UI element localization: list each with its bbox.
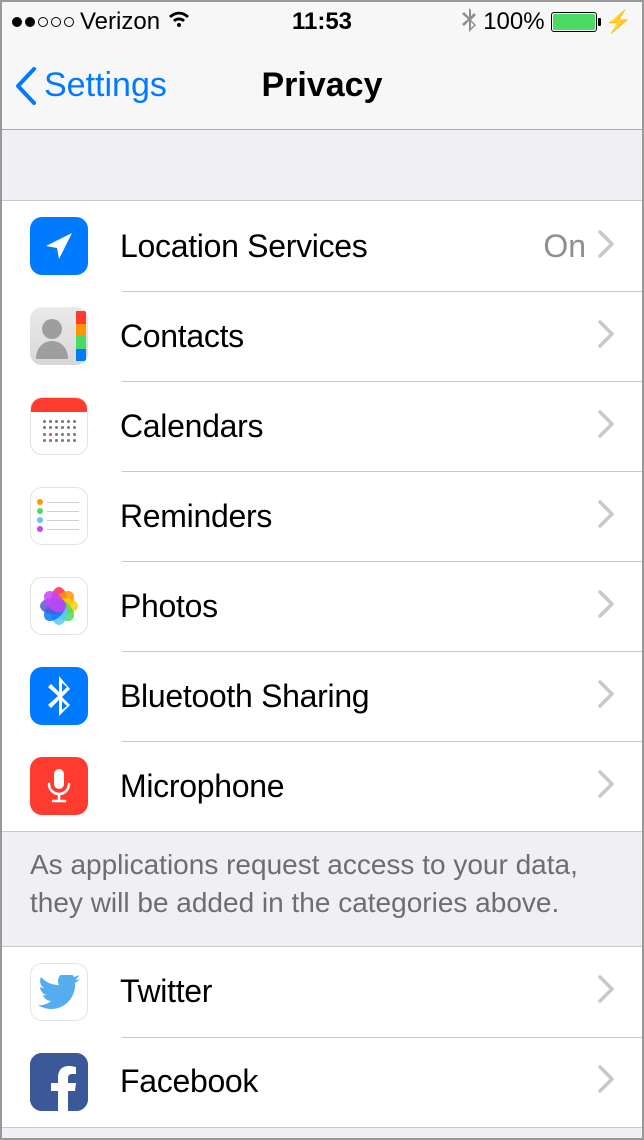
bluetooth-status-icon	[461, 6, 477, 39]
row-calendars[interactable]: Calendars	[2, 381, 642, 471]
status-right: 100% ⚡	[461, 6, 632, 39]
row-label: Facebook	[120, 1063, 598, 1100]
row-facebook[interactable]: Facebook	[2, 1037, 642, 1127]
privacy-list: Location Services On Contacts Calendars	[2, 200, 642, 832]
social-list: Twitter Facebook	[2, 946, 642, 1128]
row-value: On	[543, 228, 586, 265]
bluetooth-icon	[30, 667, 88, 725]
section-gap	[2, 130, 642, 200]
microphone-icon	[30, 757, 88, 815]
row-location-services[interactable]: Location Services On	[2, 201, 642, 291]
charging-icon: ⚡	[605, 9, 632, 35]
back-button[interactable]: Settings	[2, 66, 167, 105]
wifi-icon	[166, 8, 192, 36]
row-twitter[interactable]: Twitter	[2, 947, 642, 1037]
row-label: Location Services	[120, 228, 543, 265]
battery-icon	[551, 12, 597, 32]
row-label: Calendars	[120, 408, 598, 445]
carrier-label: Verizon	[80, 8, 160, 36]
row-label: Reminders	[120, 498, 598, 535]
chevron-right-icon	[598, 410, 614, 443]
signal-strength-icon	[12, 17, 74, 27]
calendars-icon	[30, 397, 88, 455]
status-bar: Verizon 11:53 100% ⚡	[2, 2, 642, 42]
chevron-right-icon	[598, 500, 614, 533]
chevron-right-icon	[598, 975, 614, 1008]
row-label: Microphone	[120, 768, 598, 805]
battery-percent: 100%	[483, 8, 544, 36]
row-label: Contacts	[120, 318, 598, 355]
reminders-icon	[30, 487, 88, 545]
row-label: Bluetooth Sharing	[120, 678, 598, 715]
chevron-right-icon	[598, 320, 614, 353]
row-microphone[interactable]: Microphone	[2, 741, 642, 831]
location-icon	[30, 217, 88, 275]
chevron-left-icon	[14, 67, 38, 105]
status-left: Verizon	[12, 8, 192, 36]
screen: Verizon 11:53 100% ⚡ Settings Privacy	[0, 0, 644, 1140]
chevron-right-icon	[598, 230, 614, 263]
row-contacts[interactable]: Contacts	[2, 291, 642, 381]
chevron-right-icon	[598, 680, 614, 713]
row-label: Photos	[120, 588, 598, 625]
twitter-icon	[30, 963, 88, 1021]
row-bluetooth-sharing[interactable]: Bluetooth Sharing	[2, 651, 642, 741]
contacts-icon	[30, 307, 88, 365]
chevron-right-icon	[598, 590, 614, 623]
section-footer: As applications request access to your d…	[2, 832, 642, 946]
chevron-right-icon	[598, 1065, 614, 1098]
row-reminders[interactable]: Reminders	[2, 471, 642, 561]
nav-bar: Settings Privacy	[2, 42, 642, 130]
back-label: Settings	[44, 66, 167, 105]
chevron-right-icon	[598, 770, 614, 803]
clock: 11:53	[292, 8, 352, 36]
facebook-icon	[30, 1053, 88, 1111]
photos-icon	[30, 577, 88, 635]
page-title: Privacy	[262, 66, 383, 105]
row-photos[interactable]: Photos	[2, 561, 642, 651]
row-label: Twitter	[120, 973, 598, 1010]
